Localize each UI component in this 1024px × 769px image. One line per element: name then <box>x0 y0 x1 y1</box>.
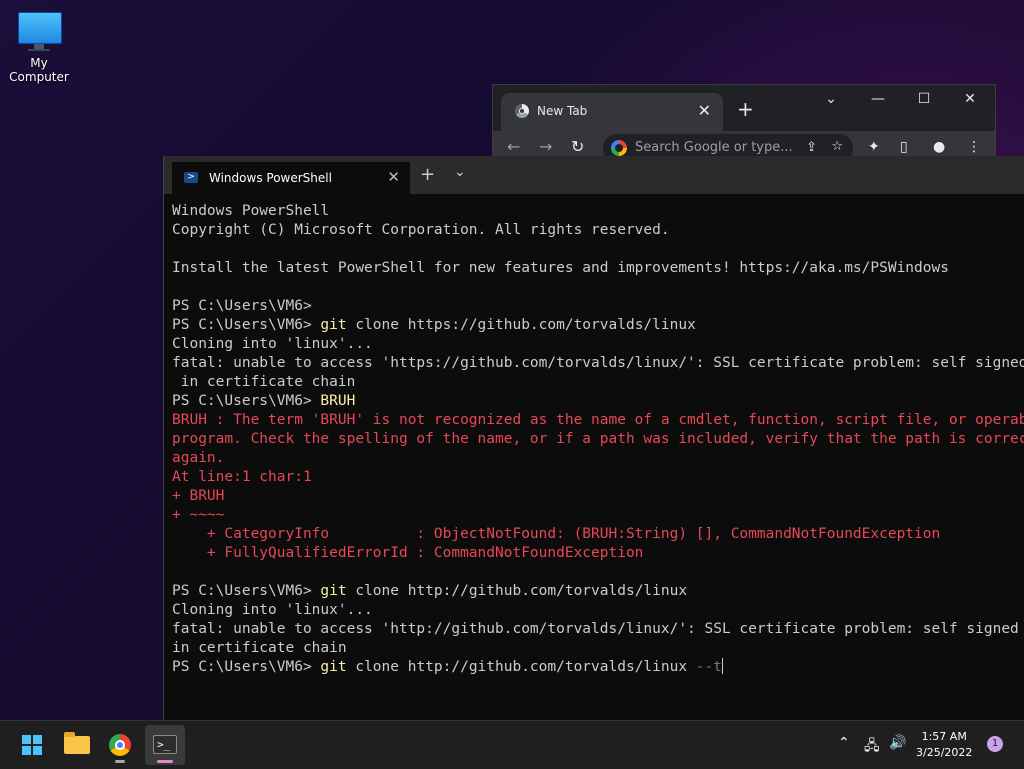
console-prompt: PS C:\Users\VM6> <box>172 659 321 675</box>
console-output[interactable]: Windows PowerShell Copyright (C) Microsof… <box>172 202 1024 720</box>
console-command: git <box>320 583 347 599</box>
console-line: Copyright (C) Microsoft Corporation. All… <box>172 222 670 238</box>
console-line: BRUH : The term 'BRUH' is not recognized… <box>172 412 1024 428</box>
console-line: + ~~~~ <box>172 507 225 523</box>
chrome-window: New Tab ✕ + ⌄ — ☐ ✕ ← → ↻ Search Google … <box>492 84 996 166</box>
volume-icon[interactable]: 🔊 <box>889 735 906 751</box>
console-args: clone http://github.com/torvalds/linux <box>346 659 696 675</box>
tab-search-icon[interactable]: ⌄ <box>816 91 846 107</box>
console-line: Cloning into 'linux'... <box>172 336 373 352</box>
console-args: clone http://github.com/torvalds/linux <box>346 583 688 599</box>
start-button[interactable] <box>12 725 52 765</box>
new-terminal-tab-button[interactable]: + <box>420 164 435 185</box>
console-prompt: PS C:\Users\VM6> <box>172 317 321 333</box>
console-line: + BRUH <box>172 488 225 504</box>
forward-icon[interactable]: → <box>539 137 552 156</box>
chrome-icon <box>109 734 131 756</box>
console-line: PS C:\Users\VM6> <box>172 298 312 314</box>
running-indicator <box>115 760 125 763</box>
chrome-tab-title: New Tab <box>537 104 588 118</box>
console-line: PS C:\Users\VM6> git clone http://github… <box>172 658 1024 677</box>
console-line: PS C:\Users\VM6> BRUH <box>172 392 1024 411</box>
chrome-button[interactable] <box>100 725 140 765</box>
console-line: Windows PowerShell <box>172 203 330 219</box>
console-line: + CategoryInfo : ObjectNotFound: (BRUH:S… <box>172 526 941 542</box>
omnibox-placeholder: Search Google or type... <box>635 140 793 155</box>
active-indicator <box>157 760 173 763</box>
console-args: clone https://github.com/torvalds/linux <box>346 317 696 333</box>
terminal-tab-strip: > Windows PowerShell ✕ + ⌄ <box>164 156 1024 194</box>
console-line: Install the latest PowerShell for new fe… <box>172 260 949 276</box>
google-icon <box>611 140 627 156</box>
close-window-button[interactable]: ✕ <box>955 91 985 107</box>
profile-icon[interactable]: ● <box>933 139 945 155</box>
chrome-tab-new-tab[interactable]: New Tab ✕ <box>501 93 723 131</box>
close-tab-icon[interactable]: ✕ <box>698 101 711 120</box>
extensions-icon[interactable]: ✦ <box>868 139 880 155</box>
desktop-icon-my-computer[interactable]: My Computer <box>0 8 78 84</box>
network-icon[interactable]: 🖧 <box>864 735 880 759</box>
console-command: git <box>320 317 347 333</box>
chrome-menu-icon[interactable]: ⋮ <box>967 139 981 155</box>
console-partial-flag: --t <box>695 659 723 675</box>
text-cursor <box>722 658 724 674</box>
show-hidden-icons-chevron-icon[interactable]: ⌃ <box>838 735 850 751</box>
console-line: fatal: unable to access 'https://github.… <box>172 355 1024 371</box>
back-icon[interactable]: ← <box>507 137 520 156</box>
computer-icon <box>18 12 62 51</box>
file-explorer-button[interactable] <box>57 725 97 765</box>
folder-icon <box>64 732 90 754</box>
terminal-tab-title: Windows PowerShell <box>209 171 332 185</box>
terminal-tab-powershell[interactable]: > Windows PowerShell ✕ <box>172 162 410 194</box>
desktop-icon-label: My Computer <box>9 56 69 84</box>
console-line: At line:1 char:1 <box>172 469 312 485</box>
console-command: BRUH <box>320 393 356 409</box>
chevron-down-icon[interactable]: ⌄ <box>454 164 466 180</box>
taskbar: >_ ⌃ 🖧 🔊 1:57 AM 3/25/2022 1 <box>0 720 1024 769</box>
console-prompt: PS C:\Users\VM6> <box>172 393 321 409</box>
bookmark-star-icon[interactable]: ☆ <box>831 139 843 154</box>
notification-badge[interactable]: 1 <box>987 736 1003 752</box>
powershell-icon: > <box>184 172 198 183</box>
clock[interactable]: 1:57 AM 3/25/2022 <box>916 729 972 761</box>
maximize-button[interactable]: ☐ <box>909 91 939 107</box>
close-tab-icon[interactable]: ✕ <box>387 168 400 186</box>
clock-date: 3/25/2022 <box>916 746 973 759</box>
console-command: git <box>320 659 347 675</box>
console-line: + FullyQualifiedErrorId : CommandNotFoun… <box>172 545 644 561</box>
terminal-button[interactable]: >_ <box>145 725 185 765</box>
side-panel-icon[interactable]: ▯ <box>900 139 908 155</box>
reload-icon[interactable]: ↻ <box>571 137 584 156</box>
chrome-tab-strip: New Tab ✕ + ⌄ — ☐ ✕ <box>493 85 995 131</box>
console-line: in certificate chain <box>172 374 356 390</box>
windows-logo-icon <box>22 735 42 755</box>
minimize-button[interactable]: — <box>863 91 893 107</box>
new-tab-button[interactable]: + <box>737 97 754 121</box>
chrome-favicon-icon <box>515 104 529 118</box>
terminal-window: > Windows PowerShell ✕ + ⌄ Windows Power… <box>163 156 1024 720</box>
console-line: again. <box>172 450 225 466</box>
console-prompt: PS C:\Users\VM6> <box>172 583 321 599</box>
console-line: PS C:\Users\VM6> git clone https://githu… <box>172 316 1024 335</box>
console-line: fatal: unable to access 'http://github.c… <box>172 621 1019 637</box>
clock-time: 1:57 AM <box>921 730 967 743</box>
console-line: PS C:\Users\VM6> git clone http://github… <box>172 582 1024 601</box>
console-line: Cloning into 'linux'... <box>172 602 373 618</box>
console-line: in certificate chain <box>172 640 347 656</box>
terminal-icon: >_ <box>153 735 177 754</box>
console-line: program. Check the spelling of the name,… <box>172 431 1024 447</box>
share-icon[interactable]: ⇪ <box>806 140 817 155</box>
